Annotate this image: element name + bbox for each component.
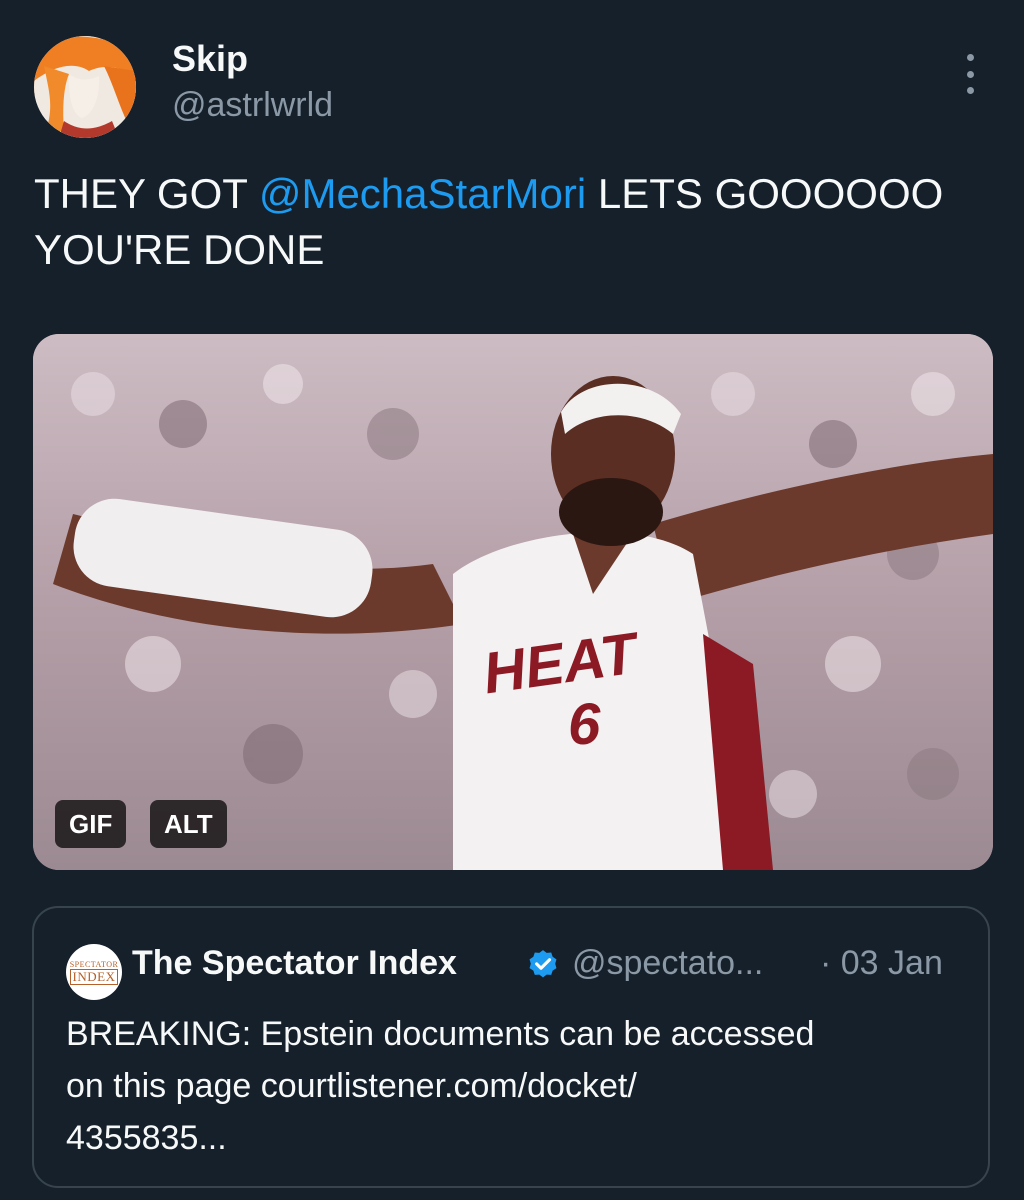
author-handle[interactable]: @astrlwrld [172,86,333,125]
jersey-number: 6 [568,692,601,757]
quoted-tweet-text: BREAKING: Epstein documents can be acces… [66,1008,966,1164]
quoted-author-handle[interactable]: @spectato... [572,944,763,983]
verified-badge-icon [529,950,557,978]
quoted-author-name[interactable]: The Spectator Index [132,944,457,983]
mention-link[interactable]: @MechaStarMori [259,170,586,217]
gif-badge: GIF [55,800,127,848]
more-vertical-icon [966,54,974,61]
quoted-tweet-date[interactable]: · 03 Jan [820,944,943,983]
tweet-text: THEY GOT @MechaStarMori LETS GOOOOOO YOU… [34,166,984,278]
quoted-tweet-card[interactable]: SPECTATOR INDEX The Spectator Index @spe… [32,906,990,1188]
tweet-text-before: THEY GOT [34,170,259,217]
author-avatar[interactable] [34,36,136,138]
avatar-logo-main: INDEX [69,968,119,985]
tweet-media-gif[interactable]: HEAT 6 [33,334,993,870]
basketball-celebration-gif-icon: HEAT 6 [33,334,993,870]
quoted-text-line: BREAKING: Epstein documents can be acces… [66,1015,815,1053]
anime-character-avatar-icon [34,36,136,138]
quoted-author-avatar[interactable]: SPECTATOR INDEX [66,944,122,1000]
avatar-logo-top: SPECTATOR [69,959,119,969]
author-name[interactable]: Skip [172,38,248,80]
quoted-text-line: 4355835... [66,1119,227,1157]
more-options-button[interactable] [952,54,988,94]
alt-text-button[interactable]: ALT [150,800,227,848]
quoted-text-line: on this page courtlistener.com/docket/ [66,1067,637,1105]
